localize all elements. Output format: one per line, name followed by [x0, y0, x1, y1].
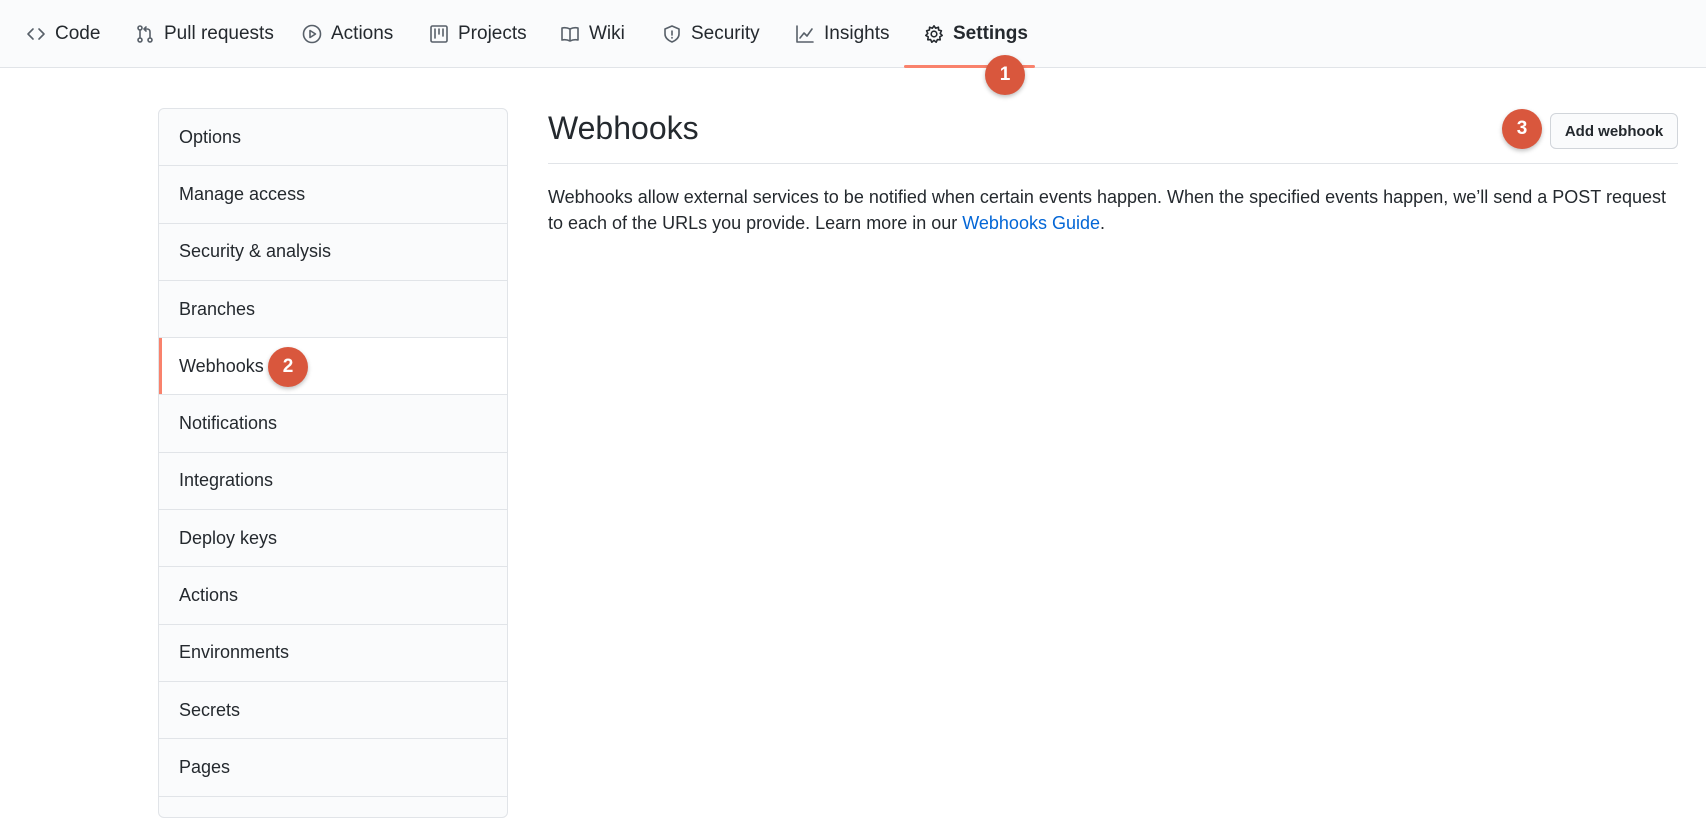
tab-wiki-label: Wiki [589, 23, 625, 44]
add-webhook-button[interactable]: Add webhook [1550, 113, 1678, 149]
tab-projects[interactable]: Projects [429, 0, 527, 68]
tab-code[interactable]: Code [26, 0, 100, 68]
sidebar-item-branches[interactable]: Branches [159, 281, 507, 339]
book-icon [561, 26, 579, 42]
graph-icon [796, 25, 814, 43]
description-text: Webhooks allow external services to be n… [548, 187, 1666, 233]
sidebar-item-actions[interactable]: Actions [159, 567, 507, 625]
tab-settings-label: Settings [953, 23, 1028, 44]
sidebar-item-label: Environments [179, 642, 290, 663]
sidebar-item-label: Secrets [179, 699, 241, 720]
shield-icon [664, 25, 680, 43]
sidebar-item-deploy-keys[interactable]: Deploy keys [159, 510, 507, 568]
step-badge-2: 2 [268, 347, 308, 388]
title-divider [548, 163, 1678, 164]
description-end: . [1100, 213, 1106, 233]
step-badge-1: 1 [985, 55, 1025, 95]
tab-pull-requests-label: Pull requests [164, 23, 274, 44]
sidebar-item-webhooks[interactable]: Webhooks 2 [159, 338, 507, 396]
tab-wiki[interactable]: Wiki [560, 0, 625, 68]
sidebar-item-label: Integrations [179, 470, 274, 491]
repo-nav: Code Pull requests Actions Projects Wiki… [0, 0, 1706, 68]
sidebar-item-label: Pages [179, 756, 231, 777]
page-title: Webhooks [548, 110, 699, 146]
sidebar-item-label: Branches [179, 298, 256, 319]
tab-insights[interactable]: Insights [795, 0, 889, 68]
sidebar-item-label: Actions [179, 585, 239, 606]
gear-icon [925, 25, 943, 43]
tab-actions-label: Actions [331, 23, 394, 44]
tab-code-label: Code [55, 23, 101, 44]
tab-pull-requests[interactable]: Pull requests [135, 0, 274, 68]
project-icon [430, 25, 448, 43]
sidebar-item-environments[interactable]: Environments [159, 625, 507, 682]
code-icon [27, 28, 45, 40]
sidebar-item-label: Manage access [179, 183, 306, 204]
sidebar-item-label: Security & analysis [179, 241, 332, 262]
step-badge-3: 3 [1502, 109, 1542, 149]
sidebar-item-integrations[interactable]: Integrations [159, 453, 507, 511]
sidebar-item-security-analysis[interactable]: Security & analysis [159, 224, 507, 281]
tab-security-label: Security [691, 23, 760, 44]
sidebar-item-options[interactable]: Options [159, 109, 507, 167]
webhooks-description: Webhooks allow external services to be n… [548, 184, 1678, 236]
sidebar-item-notifications[interactable]: Notifications [159, 395, 507, 453]
pull-request-icon [137, 25, 153, 43]
tab-projects-label: Projects [458, 23, 527, 44]
sidebar-item-label: Webhooks [179, 355, 264, 376]
play-icon [302, 24, 322, 44]
tab-insights-label: Insights [824, 23, 890, 44]
sidebar-item-manage-access[interactable]: Manage access [159, 166, 507, 224]
settings-sidebar: Options Manage access Security & analysi… [158, 108, 508, 818]
sidebar-item-secrets[interactable]: Secrets [159, 682, 507, 740]
sidebar-item-pages[interactable]: Pages [159, 739, 507, 797]
webhooks-guide-link[interactable]: Webhooks Guide [962, 213, 1100, 233]
sidebar-item-label: Options [179, 126, 242, 147]
sidebar-item-label: Notifications [179, 413, 278, 434]
tab-actions[interactable]: Actions [302, 0, 393, 68]
tab-security[interactable]: Security [662, 0, 760, 68]
sidebar-item-label: Deploy keys [179, 527, 278, 548]
